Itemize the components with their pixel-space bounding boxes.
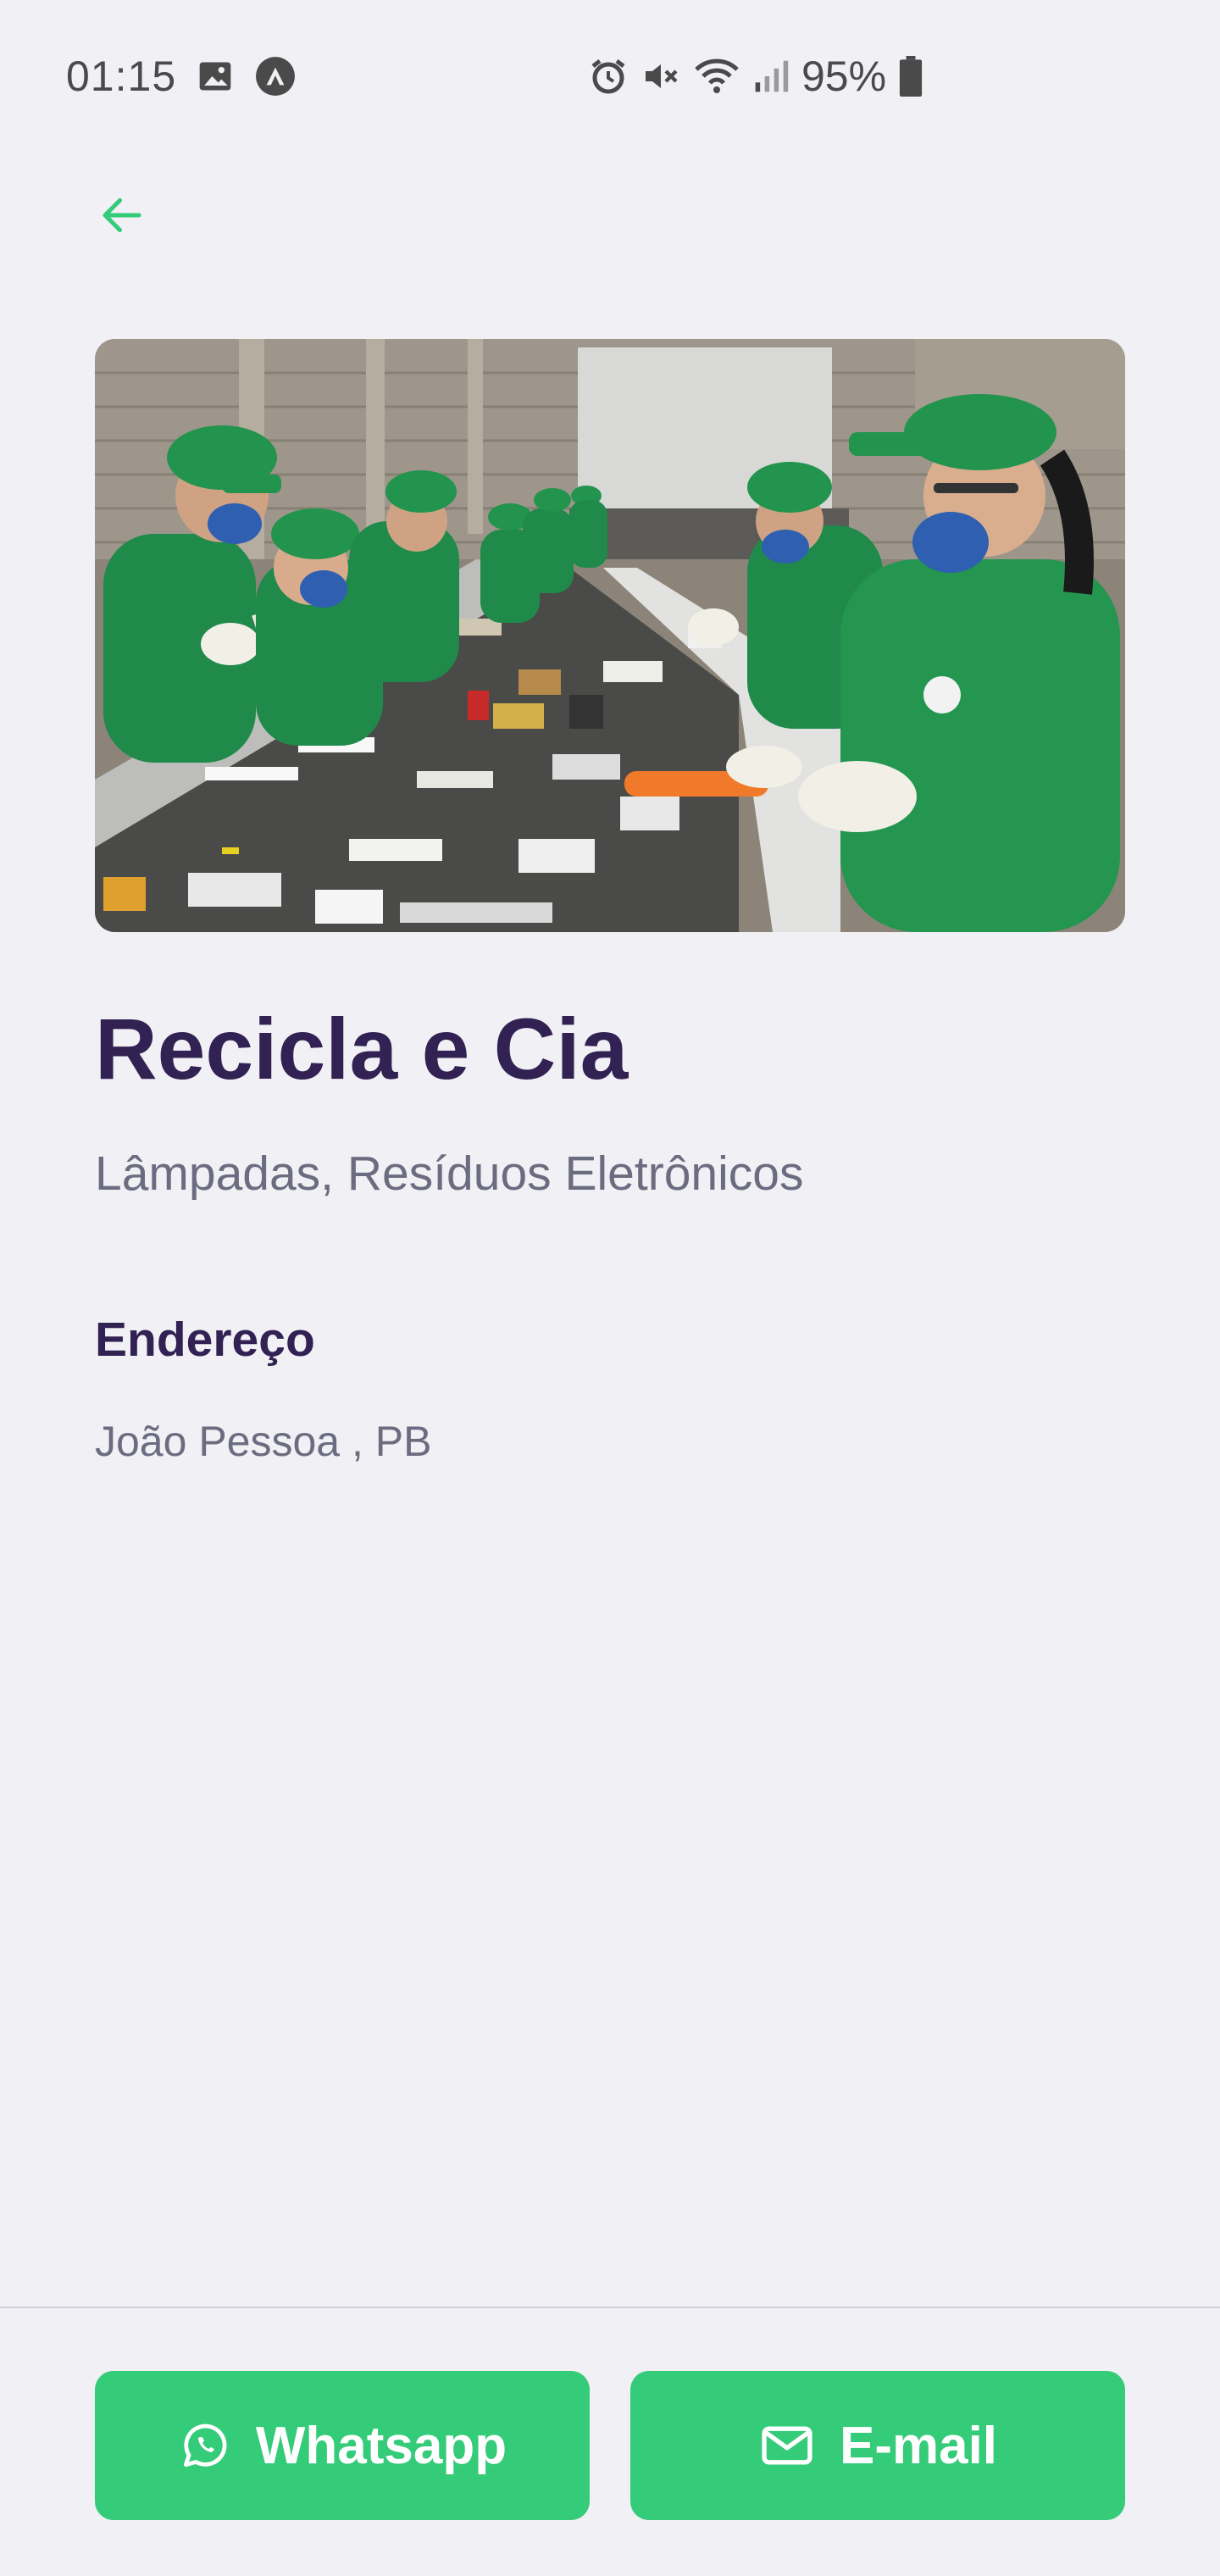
status-left: 01:15 <box>66 49 297 103</box>
point-items: Lâmpadas, Resíduos Eletrônicos <box>95 1146 804 1201</box>
whatsapp-label: Whatsapp <box>255 2416 507 2475</box>
wifi-icon <box>693 56 740 97</box>
email-button[interactable]: E-mail <box>630 2371 1125 2520</box>
point-title: Recicla e Cia <box>95 1001 629 1097</box>
battery-icon <box>898 56 923 97</box>
signal-icon <box>752 58 790 95</box>
app-notification-icon <box>254 55 297 97</box>
whatsapp-icon <box>183 2423 227 2468</box>
arrow-left-icon <box>103 198 141 232</box>
address-label: Endereço <box>95 1313 315 1367</box>
mute-icon <box>640 56 681 97</box>
gallery-icon <box>197 58 234 95</box>
status-right: 95% <box>588 49 923 103</box>
footer: Whatsapp E-mail <box>0 2307 1220 2576</box>
whatsapp-button[interactable]: Whatsapp <box>95 2371 590 2520</box>
status-time: 01:15 <box>66 53 177 100</box>
mail-icon <box>762 2426 812 2465</box>
point-image <box>95 339 1125 932</box>
alarm-icon <box>588 56 629 97</box>
status-bar: 01:15 95% <box>0 0 1220 153</box>
address-value: João Pessoa , PB <box>95 1418 432 1465</box>
battery-percentage: 95% <box>801 53 887 100</box>
back-button[interactable] <box>88 181 156 249</box>
email-label: E-mail <box>839 2416 998 2475</box>
